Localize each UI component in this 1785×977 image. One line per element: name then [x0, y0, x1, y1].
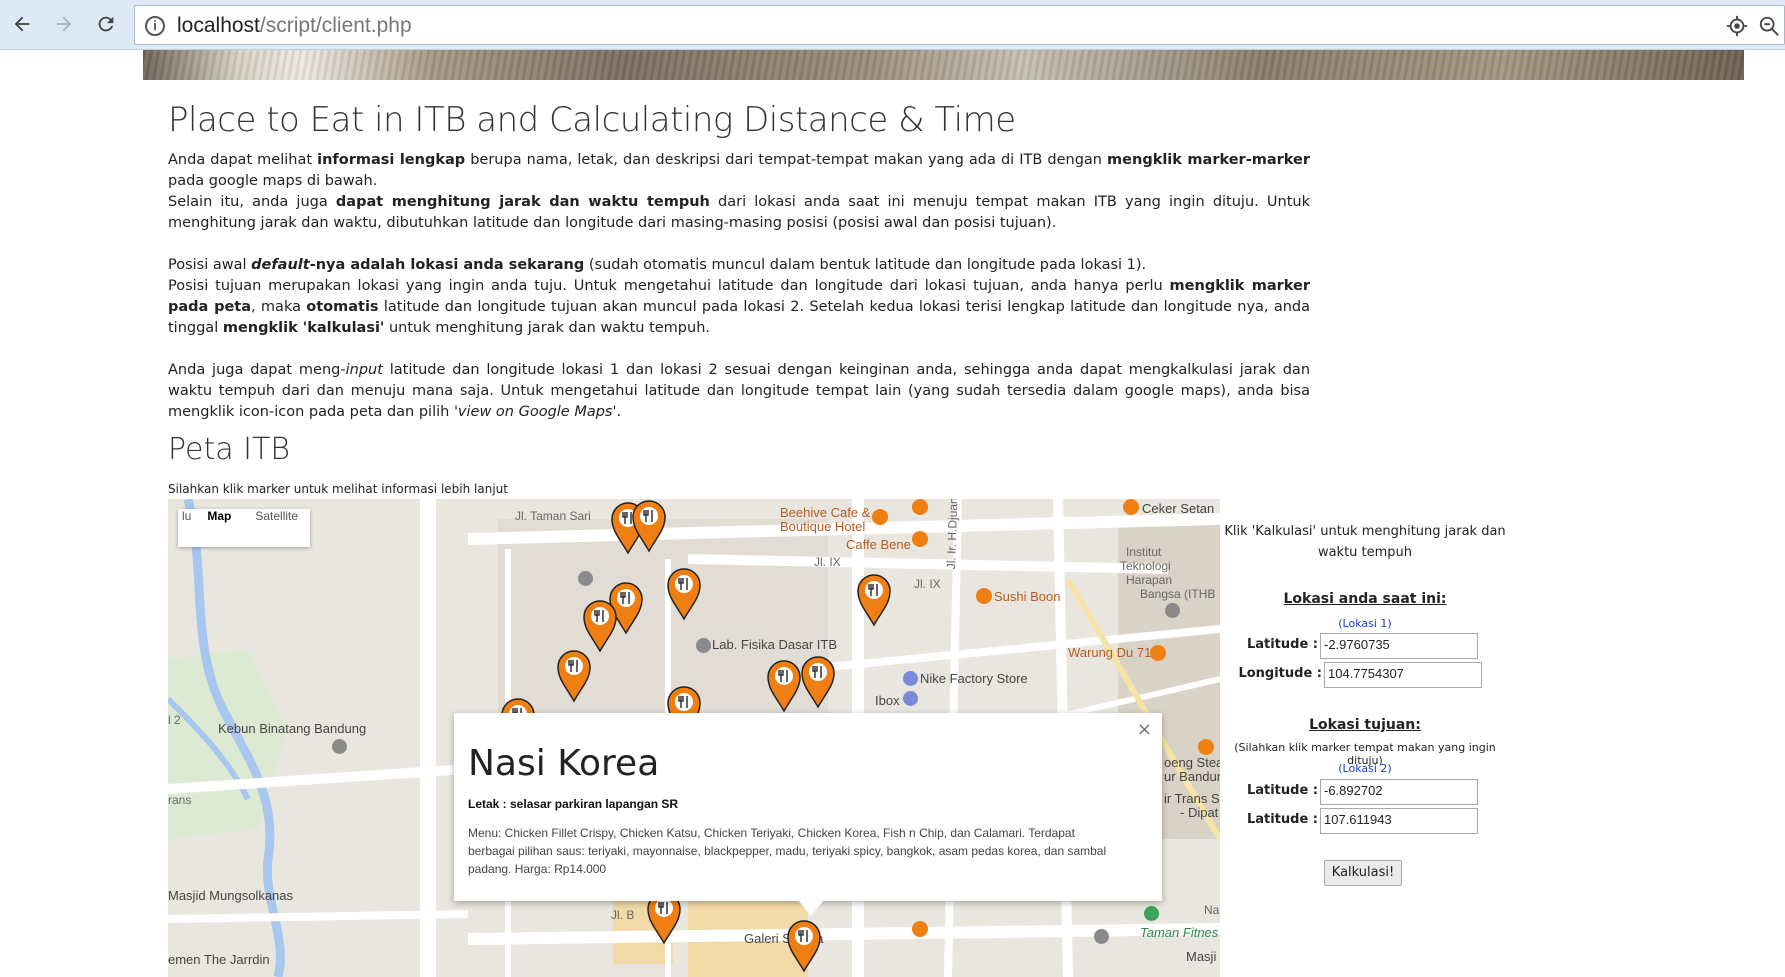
map-type-map-button[interactable]: Map [195, 509, 243, 547]
calculation-intro: Klik 'Kalkulasi' untuk menghitung jarak … [1224, 524, 1506, 560]
map-label: Harapan [1126, 573, 1173, 587]
reload-icon[interactable] [90, 8, 122, 40]
restaurant-marker-icon[interactable] [556, 649, 592, 703]
map-label: Masjid Mungsolkanas [168, 888, 294, 903]
map-label: ur Bandun [1164, 769, 1220, 784]
map-label: Ceker Setan [1142, 501, 1215, 516]
lokasi1-label: (Lokasi 1) [1338, 617, 1392, 630]
lokasi2-label: (Lokasi 2) [1338, 762, 1392, 775]
calculation-panel: Klik 'Kalkulasi' untuk menghitung jarak … [1220, 499, 1510, 977]
restaurant-marker-icon[interactable] [766, 659, 802, 713]
map-label: Taman Fitnes [1140, 925, 1219, 940]
target-location-heading: Lokasi tujuan: [1309, 717, 1421, 733]
map-type-control[interactable]: lu Map Satellite [178, 509, 311, 547]
intro-paragraph-3: Posisi awal default-nya adalah lokasi an… [168, 257, 1311, 336]
restaurant-poi-icon[interactable] [912, 921, 928, 937]
map-type-partial: lu [182, 509, 192, 523]
map-label: Jl. IX [814, 555, 841, 569]
back-icon[interactable] [6, 8, 38, 40]
browser-toolbar: i localhost/script/client.php [0, 0, 1785, 50]
map-label: Jl. Taman Sari [515, 509, 591, 523]
forward-icon[interactable] [48, 8, 80, 40]
zoo-poi-icon[interactable] [332, 739, 347, 754]
restaurant-marker-icon[interactable] [786, 919, 822, 973]
zoom-icon[interactable] [1758, 15, 1780, 37]
map-label: Beehive Cafe & [780, 505, 871, 520]
lat2-row: Latitude : [1220, 779, 1318, 805]
restaurant-poi-icon[interactable] [976, 588, 992, 604]
map-label: Bangsa (ITHB [1140, 587, 1216, 601]
map-label: Warung Du 71 [1068, 645, 1152, 660]
lat2-input[interactable]: -6.892702 [1320, 779, 1478, 805]
map-label: Jl. B [611, 908, 635, 922]
lon2-row: Latitude : [1220, 808, 1318, 834]
shopping-poi-icon[interactable] [903, 691, 918, 706]
map-label: Kebun Binatang Bandung [218, 721, 367, 736]
location-icon[interactable] [1726, 15, 1748, 37]
restaurant-marker-icon[interactable] [800, 655, 836, 709]
map-label: rans [168, 793, 192, 807]
map-hint: Silahkan klik marker untuk melihat infor… [168, 482, 508, 496]
intro-paragraph-1: Anda dapat melihat informasi lengkap ber… [168, 152, 1311, 189]
map-label: Institut [1126, 545, 1162, 559]
cafe-poi-icon[interactable] [912, 499, 928, 515]
close-icon[interactable]: × [1137, 719, 1152, 740]
map-label: - Dipat [1180, 805, 1219, 820]
map-label: oeng Stea [1164, 755, 1220, 770]
intro-paragraph-2: Selain itu, anda juga dapat menghitung j… [168, 194, 1310, 231]
lon1-row: Longitude : [1220, 662, 1322, 688]
map-label: Nike Factory Store [920, 671, 1028, 686]
school-poi-icon[interactable] [696, 638, 711, 653]
map-label: Lab. Fisika Dasar ITB [712, 637, 837, 652]
restaurant-marker-icon[interactable] [582, 599, 618, 653]
info-window-description: Menu: Chicken Fillet Crispy, Chicken Kat… [468, 826, 1107, 876]
restaurant-marker-icon[interactable] [666, 567, 702, 621]
map-label: Jl. IX [914, 577, 941, 591]
lat1-input[interactable]: -2.9760735 [1320, 633, 1478, 659]
cafe-poi-icon[interactable] [872, 509, 888, 525]
cafe-poi-icon[interactable] [912, 531, 928, 547]
url-text: localhost/script/client.php [177, 14, 412, 37]
school-poi-icon[interactable] [1165, 603, 1180, 618]
intro-paragraph-4: Anda juga dapat meng-input latitude dan … [168, 362, 1311, 420]
current-location-heading: Lokasi anda saat ini: [1283, 591, 1447, 607]
map-label: Caffe Bene [846, 537, 911, 552]
map-label: emen The Jarrdin [168, 952, 270, 967]
lat1-row: Latitude : [1220, 633, 1318, 659]
map-label: Ibox [875, 693, 900, 708]
map-label: Sushi Boon [994, 589, 1061, 604]
map-label: l 2 [168, 713, 181, 727]
map-label: ir Trans S [1164, 791, 1220, 806]
info-window-location: Letak : selasar parkiran lapangan SR [468, 797, 679, 811]
kalkulasi-button[interactable]: Kalkulasi! [1324, 860, 1402, 886]
map-label: Teknologi [1120, 559, 1171, 573]
hotel-poi-icon[interactable] [1094, 929, 1109, 944]
map-label: Boutique Hotel [780, 519, 866, 534]
restaurant-marker-icon[interactable] [856, 573, 892, 627]
restaurant-poi-icon[interactable] [1198, 739, 1214, 755]
lon2-input[interactable]: 107.611943 [1320, 808, 1478, 834]
park-poi-icon[interactable] [1144, 906, 1159, 921]
restaurant-poi-icon[interactable] [1150, 645, 1166, 661]
school-poi-icon[interactable] [578, 571, 593, 586]
address-bar[interactable]: i localhost/script/client.php [134, 5, 1785, 45]
info-icon[interactable]: i [145, 16, 165, 36]
lon1-label: Longitude : [1238, 666, 1322, 681]
map-heading: Peta ITB [168, 432, 290, 467]
marker-info-window: × Nasi Korea Letak : selasar parkiran la… [454, 713, 1162, 916]
lat2-label: Latitude : [1246, 783, 1318, 798]
lon2-label: Latitude : [1246, 812, 1318, 827]
lon1-input[interactable]: 104.7754307 [1324, 662, 1482, 688]
lat1-label: Latitude : [1246, 637, 1318, 652]
shopping-poi-icon[interactable] [903, 671, 918, 686]
header-banner-image [143, 50, 1744, 80]
map-type-satellite-button[interactable]: Satellite [243, 509, 310, 547]
info-window-tail [798, 900, 824, 916]
map-label: Masji [1186, 949, 1217, 964]
info-window-title: Nasi Korea [468, 743, 660, 784]
restaurant-poi-icon[interactable] [1123, 499, 1139, 515]
map-label: Nas [1204, 903, 1220, 917]
restaurant-marker-icon[interactable] [631, 499, 667, 553]
page-title: Place to Eat in ITB and Calculating Dist… [168, 100, 1016, 140]
